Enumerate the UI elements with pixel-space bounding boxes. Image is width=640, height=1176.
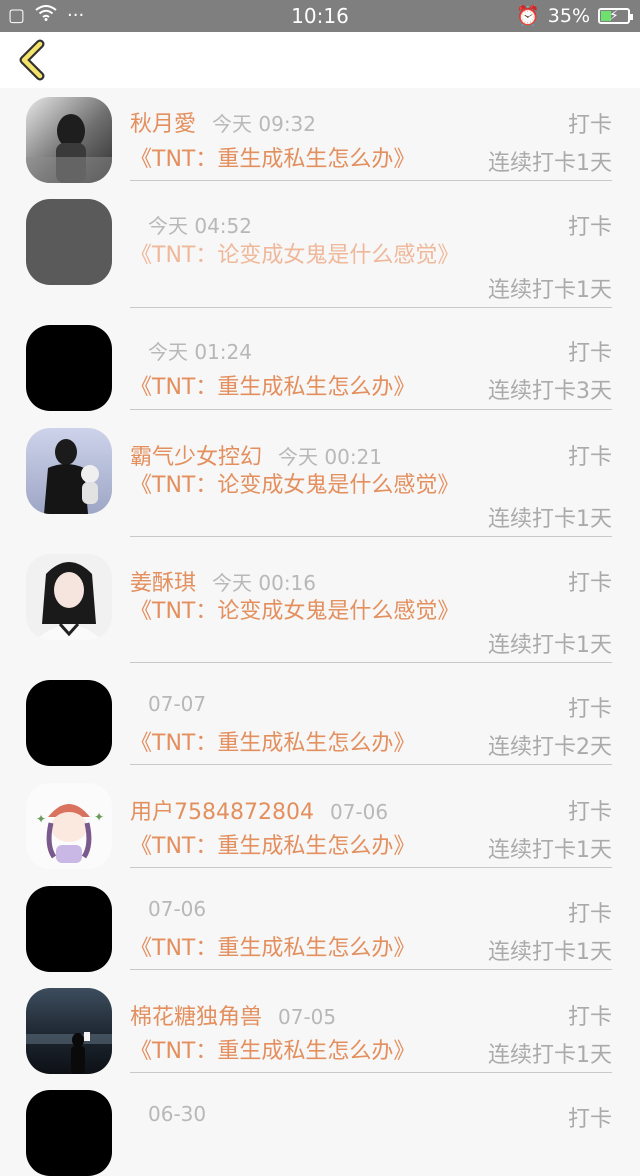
divider — [130, 1072, 612, 1073]
checkin-time: 今天 00:16 — [212, 571, 317, 595]
svg-text:✦: ✦ — [94, 810, 104, 824]
avatar[interactable] — [26, 199, 112, 285]
avatar[interactable] — [26, 680, 112, 766]
checkin-time: 今天 00:21 — [278, 445, 383, 469]
checkin-label: 打卡 — [567, 902, 612, 927]
checkin-label: 打卡 — [567, 1005, 612, 1030]
battery-percent: 35% — [547, 4, 590, 27]
divider — [130, 764, 612, 765]
book-title[interactable]: 《TNT：重生成私生怎么办》 — [130, 1037, 460, 1066]
svg-text:✦: ✦ — [36, 812, 46, 826]
divider — [130, 969, 612, 970]
avatar[interactable] — [26, 1090, 112, 1176]
book-title[interactable]: 《TNT：论变成女鬼是什么感觉》 — [130, 471, 460, 500]
divider — [130, 307, 612, 308]
streak-count: 连续打卡1天 — [488, 1043, 612, 1068]
streak-count: 连续打卡1天 — [488, 278, 612, 303]
streak-count: 连续打卡1天 — [488, 838, 612, 863]
book-title[interactable]: 《TNT：重生成私生怎么办》 — [130, 373, 460, 402]
checkin-time: 07-06 — [329, 800, 389, 824]
book-title[interactable]: 《TNT：重生成私生怎么办》 — [130, 832, 460, 861]
checkin-time: 07-05 — [278, 1005, 337, 1029]
username[interactable]: 棉花糖独角兽 07-05 — [130, 999, 336, 1031]
battery-icon: ⚡ — [598, 7, 633, 24]
checkin-label: 打卡 — [567, 800, 612, 825]
back-button[interactable] — [14, 38, 54, 82]
divider — [130, 867, 612, 868]
streak-count: 连续打卡3天 — [488, 379, 612, 404]
status-icons-right: ⏰ 35% ⚡ — [516, 4, 633, 27]
username[interactable]: 秋月愛 今天 09:32 — [130, 106, 316, 138]
checkin-label: 打卡 — [567, 341, 612, 366]
checkin-time: 07-07 — [148, 692, 207, 716]
book-title[interactable]: 《TNT：论变成女鬼是什么感觉》 — [130, 241, 460, 270]
alarm-icon: ⏰ — [516, 5, 540, 27]
checkin-label: 打卡 — [567, 697, 612, 722]
streak-count: 连续打卡1天 — [488, 633, 612, 658]
streak-count: 连续打卡2天 — [488, 735, 612, 760]
checkin-time: 今天 04:52 — [148, 214, 252, 238]
checkin-label: 打卡 — [567, 445, 612, 470]
avatar[interactable] — [26, 886, 112, 972]
username[interactable]: 霸气少女控幻 今天 00:21 — [130, 439, 382, 471]
checkin-time: 今天 09:32 — [212, 112, 317, 136]
checkin-label: 打卡 — [567, 1107, 612, 1132]
username[interactable]: 用户7584872804 07-06 — [130, 794, 388, 826]
checkin-time: 06-30 — [148, 1102, 207, 1126]
avatar[interactable] — [26, 428, 112, 514]
divider — [130, 409, 612, 410]
divider — [130, 662, 612, 663]
checkin-label: 打卡 — [567, 571, 612, 596]
status-bar: ▢ ··· 10:16 ⏰ 35% ⚡ — [0, 0, 640, 32]
streak-count: 连续打卡1天 — [488, 940, 612, 965]
streak-count: 连续打卡1天 — [488, 507, 612, 532]
avatar[interactable]: ✦ ✦ — [26, 783, 112, 869]
avatar[interactable] — [26, 554, 112, 640]
checkin-label: 打卡 — [567, 215, 612, 240]
divider — [130, 180, 612, 181]
book-title[interactable]: 《TNT：重生成私生怎么办》 — [130, 934, 460, 963]
chevron-left-icon — [19, 39, 45, 81]
avatar[interactable] — [26, 97, 112, 183]
book-title[interactable]: 《TNT：论变成女鬼是什么感觉》 — [130, 597, 460, 626]
avatar[interactable] — [26, 988, 112, 1074]
checkin-label: 打卡 — [567, 113, 612, 138]
top-bar — [0, 32, 640, 88]
book-title[interactable]: 《TNT：重生成私生怎么办》 — [130, 729, 460, 758]
username[interactable]: 姜酥琪 今天 00:16 — [130, 565, 316, 597]
book-title[interactable]: 《TNT：重生成私生怎么办》 — [130, 145, 460, 174]
streak-count: 连续打卡1天 — [488, 151, 612, 176]
avatar[interactable] — [26, 325, 112, 411]
divider — [130, 536, 612, 537]
checkin-time: 07-06 — [148, 897, 207, 921]
checkin-time: 今天 01:24 — [148, 340, 252, 364]
